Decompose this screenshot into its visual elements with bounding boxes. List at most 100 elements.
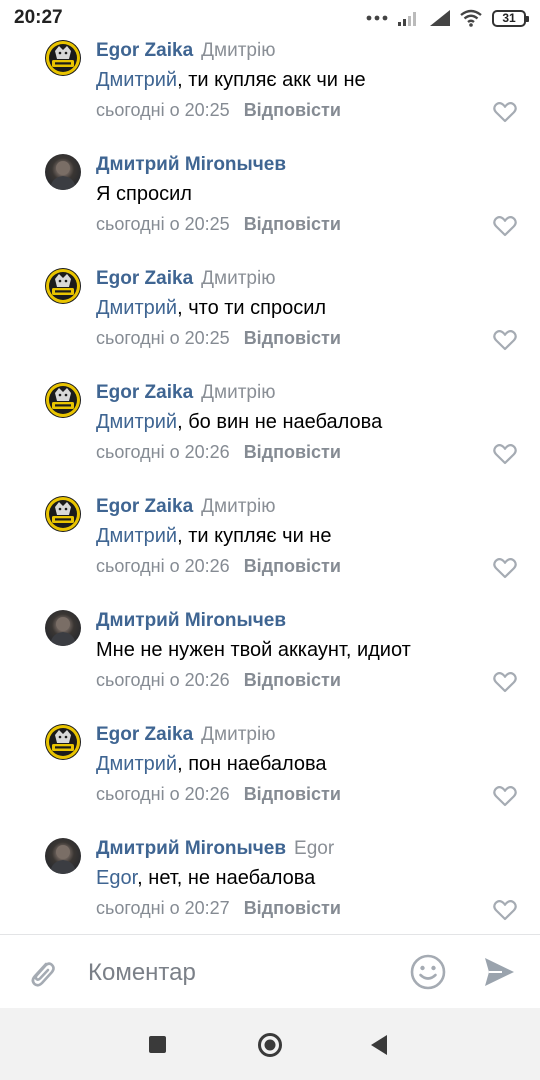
comment-meta: сьогодні о 20:26 Відповісти [96, 556, 341, 577]
comment-meta: сьогодні о 20:26 Відповісти [96, 442, 341, 463]
comment-author-line: Egor Zaika Дмитрію [96, 40, 275, 62]
comment-author[interactable]: Egor Zaika [96, 724, 193, 745]
comment-author[interactable]: Дмитрий Мironычев [96, 838, 286, 859]
attach-icon[interactable] [24, 955, 58, 989]
burn-logo-avatar[interactable] [45, 40, 81, 76]
user-photo-avatar[interactable] [45, 154, 81, 190]
burn-logo-avatar[interactable] [45, 496, 81, 532]
burn-logo-icon [46, 41, 80, 75]
like-heart-icon[interactable] [493, 671, 517, 693]
comment-item: Egor Zaika Дмитрію Дмитрий, пон наебалова с… [0, 724, 540, 838]
emoji-icon[interactable] [410, 954, 446, 990]
burn-logo-icon [46, 383, 80, 417]
comment-author[interactable]: Дмитрий Мironычев [96, 610, 286, 631]
comment-meta: сьогодні о 20:25 Відповісти [96, 328, 341, 349]
comment-reply-to[interactable]: Дмитрію [201, 268, 275, 289]
comment-mention[interactable]: Дмитрий [96, 525, 177, 547]
comment-text: Дмитрий, бо вин не наебалова [96, 411, 382, 434]
comment-input[interactable] [86, 953, 390, 993]
reply-button[interactable]: Відповісти [244, 214, 341, 234]
comment-composer [0, 934, 540, 1009]
reply-button[interactable]: Відповісти [244, 556, 341, 576]
more-dots-icon [366, 15, 388, 21]
comment-timestamp: сьогодні о 20:26 [96, 670, 230, 690]
comment-text: Egor, нет, не наебалова [96, 867, 315, 890]
comment-meta: сьогодні о 20:25 Відповісти [96, 100, 341, 121]
comment-timestamp: сьогодні о 20:26 [96, 442, 230, 462]
comment-author-line: Дмитрий Мironычев Egor [96, 838, 334, 860]
like-heart-icon[interactable] [493, 101, 517, 123]
comment-list: Egor Zaika Дмитрію Дмитрий, ти купляє акк … [0, 36, 540, 934]
user-photo-icon [50, 845, 76, 874]
comment-author[interactable]: Egor Zaika [96, 268, 193, 289]
comment-mention[interactable]: Дмитрий [96, 753, 177, 775]
comment-text: Дмитрий, что ти спросил [96, 297, 326, 320]
comment-mention[interactable]: Дмитрий [96, 69, 177, 91]
signal-icon-2 [430, 10, 450, 26]
comment-meta: сьогодні о 20:27 Відповісти [96, 898, 341, 919]
comment-timestamp: сьогодні о 20:25 [96, 214, 230, 234]
home-icon[interactable] [257, 1032, 283, 1058]
comment-reply-to[interactable]: Дмитрію [201, 382, 275, 403]
like-heart-icon[interactable] [493, 785, 517, 807]
reply-button[interactable]: Відповісти [244, 898, 341, 918]
comment-timestamp: сьогодні о 20:25 [96, 328, 230, 348]
comment-timestamp: сьогодні о 20:26 [96, 784, 230, 804]
reply-button[interactable]: Відповісти [244, 784, 341, 804]
comment-text: Мне не нужен твой аккаунт, идиот [96, 639, 411, 662]
comment-reply-to[interactable]: Дмитрію [201, 724, 275, 745]
burn-logo-avatar[interactable] [45, 268, 81, 304]
comment-text: Дмитрий, ти купляє чи не [96, 525, 331, 548]
comment-mention[interactable]: Egor [96, 867, 137, 889]
comment-author-line: Дмитрий Мironычев [96, 610, 286, 632]
burn-logo-icon [46, 269, 80, 303]
reply-button[interactable]: Відповісти [244, 100, 341, 120]
comment-author-line: Egor Zaika Дмитрію [96, 496, 275, 518]
user-photo-avatar[interactable] [45, 838, 81, 874]
like-heart-icon[interactable] [493, 329, 517, 351]
comment-body: , ти купляє акк чи не [177, 69, 366, 91]
comment-item: Egor Zaika Дмитрію Дмитрий, ти купляє акк … [0, 40, 540, 154]
reply-button[interactable]: Відповісти [244, 670, 341, 690]
like-heart-icon[interactable] [493, 557, 517, 579]
burn-logo-avatar[interactable] [45, 382, 81, 418]
user-photo-avatar[interactable] [45, 610, 81, 646]
wifi-icon [460, 9, 482, 27]
comment-body: , бо вин не наебалова [177, 411, 383, 433]
like-heart-icon[interactable] [493, 899, 517, 921]
comment-body: Мне не нужен твой аккаунт, идиот [96, 639, 411, 661]
back-icon[interactable] [369, 1034, 389, 1056]
comment-reply-to[interactable]: Дмитрію [201, 40, 275, 61]
comment-author[interactable]: Дмитрий Мironычев [96, 154, 286, 175]
comment-item: Egor Zaika Дмитрію Дмитрий, бо вин не наеб… [0, 382, 540, 496]
comment-mention[interactable]: Дмитрий [96, 411, 177, 433]
burn-logo-avatar[interactable] [45, 724, 81, 760]
recent-apps-icon[interactable] [149, 1036, 166, 1053]
reply-button[interactable]: Відповісти [244, 442, 341, 462]
user-photo-icon [50, 617, 76, 646]
comment-author-line: Egor Zaika Дмитрію [96, 724, 275, 746]
comment-mention[interactable]: Дмитрий [96, 297, 177, 319]
comment-timestamp: сьогодні о 20:25 [96, 100, 230, 120]
like-heart-icon[interactable] [493, 215, 517, 237]
comment-author[interactable]: Egor Zaika [96, 40, 193, 61]
comment-item: Дмитрий Мironычев Egor Egor, нет, не наеба… [0, 838, 540, 934]
comment-item: Дмитрий Мironычев Мне не нужен твой аккау… [0, 610, 540, 724]
like-heart-icon[interactable] [493, 443, 517, 465]
comment-text: Я спросил [96, 183, 192, 206]
comment-author[interactable]: Egor Zaika [96, 382, 193, 403]
comment-author-line: Egor Zaika Дмитрію [96, 382, 275, 404]
comment-timestamp: сьогодні о 20:26 [96, 556, 230, 576]
system-nav-bar [0, 1008, 540, 1080]
comment-body: , нет, не наебалова [137, 867, 316, 889]
comment-reply-to[interactable]: Дмитрію [201, 496, 275, 517]
send-icon[interactable] [482, 955, 516, 989]
comment-body: , ти купляє чи не [177, 525, 332, 547]
comment-item: Egor Zaika Дмитрію Дмитрий, что ти спросил… [0, 268, 540, 382]
comment-reply-to[interactable]: Egor [294, 838, 334, 859]
comment-author[interactable]: Egor Zaika [96, 496, 193, 517]
reply-button[interactable]: Відповісти [244, 328, 341, 348]
burn-logo-icon [46, 725, 80, 759]
comment-meta: сьогодні о 20:26 Відповісти [96, 784, 341, 805]
burn-logo-icon [46, 497, 80, 531]
